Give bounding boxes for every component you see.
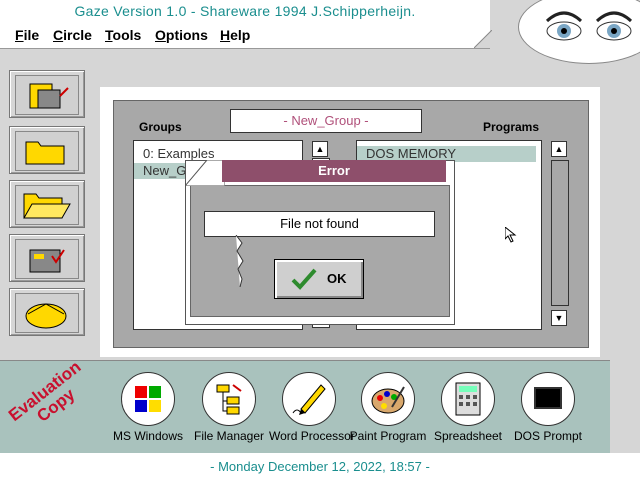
open-folder-button[interactable] [9, 180, 85, 228]
error-title-bar: Error [222, 160, 446, 182]
cabinet-check-icon [29, 249, 65, 273]
app-dos-prompt[interactable]: DOS Prompt [508, 372, 588, 443]
ok-label: OK [327, 271, 347, 286]
disk-button[interactable] [9, 288, 85, 336]
page-corner-icon [185, 160, 225, 186]
file-manager-icon [216, 384, 242, 415]
window-title: Gaze Version 1.0 - Shareware 1994 J.Schi… [74, 3, 416, 19]
programs-scroll-down-button[interactable]: ▼ [551, 310, 567, 326]
programs-label: Programs [483, 120, 540, 134]
folder-icon [25, 141, 65, 165]
app-label: MS Windows [112, 429, 183, 443]
status-bar: - Monday December 12, 2022, 18:57 - [0, 453, 640, 480]
checkmark-icon [291, 268, 317, 290]
app-word-processor[interactable]: Word Processor [269, 372, 355, 443]
app-label: File Manager [193, 429, 265, 443]
palette-icon [371, 386, 405, 414]
menu-help[interactable]: Help [220, 27, 250, 43]
app-label: Word Processor [269, 429, 355, 443]
cabinet-icon [29, 83, 69, 109]
pen-icon [292, 384, 326, 415]
app-file-manager[interactable]: File Manager [189, 372, 269, 443]
programs-scrollbar[interactable] [551, 160, 569, 306]
date-display: - Monday December 12, 2022, 18:57 - [210, 459, 430, 474]
groups-scroll-up-button[interactable]: ▲ [312, 141, 328, 157]
app-ms-windows[interactable]: MS Windows [108, 372, 188, 443]
cursor-icon [505, 227, 517, 243]
ok-button[interactable]: OK [274, 259, 364, 299]
menu-options[interactable]: Options [155, 27, 208, 43]
disk-folder-icon [25, 303, 67, 329]
menu-file[interactable]: File [15, 27, 39, 43]
crack-icon [235, 235, 244, 287]
windows-icon [135, 386, 161, 412]
groups-label: Groups [139, 120, 182, 134]
menu-tools[interactable]: Tools [105, 27, 141, 43]
open-folder-icon [23, 193, 71, 219]
new-folder-button[interactable] [9, 126, 85, 174]
calculator-icon [455, 382, 481, 416]
app-label: Spreadsheet [433, 429, 503, 443]
error-message: File not found [204, 211, 435, 237]
app-label: DOS Prompt [513, 429, 582, 443]
app-label: Paint Program [349, 429, 427, 443]
page-curl-icon [474, 30, 492, 48]
cabinet-check-button[interactable] [9, 234, 85, 282]
app-paint-program[interactable]: Paint Program [348, 372, 428, 443]
app-spreadsheet[interactable]: Spreadsheet [428, 372, 508, 443]
menu-bar: File Circle Tools Options Help [0, 24, 490, 49]
menu-circle[interactable]: Circle [53, 27, 92, 43]
eyes-logo [518, 0, 640, 64]
monitor-icon [534, 387, 562, 409]
title-bar: Gaze Version 1.0 - Shareware 1994 J.Schi… [0, 0, 490, 25]
programs-scroll-up-button[interactable]: ▲ [551, 141, 567, 157]
open-drawer-button[interactable] [9, 70, 85, 118]
current-group-field[interactable]: - New_Group - [230, 109, 422, 133]
